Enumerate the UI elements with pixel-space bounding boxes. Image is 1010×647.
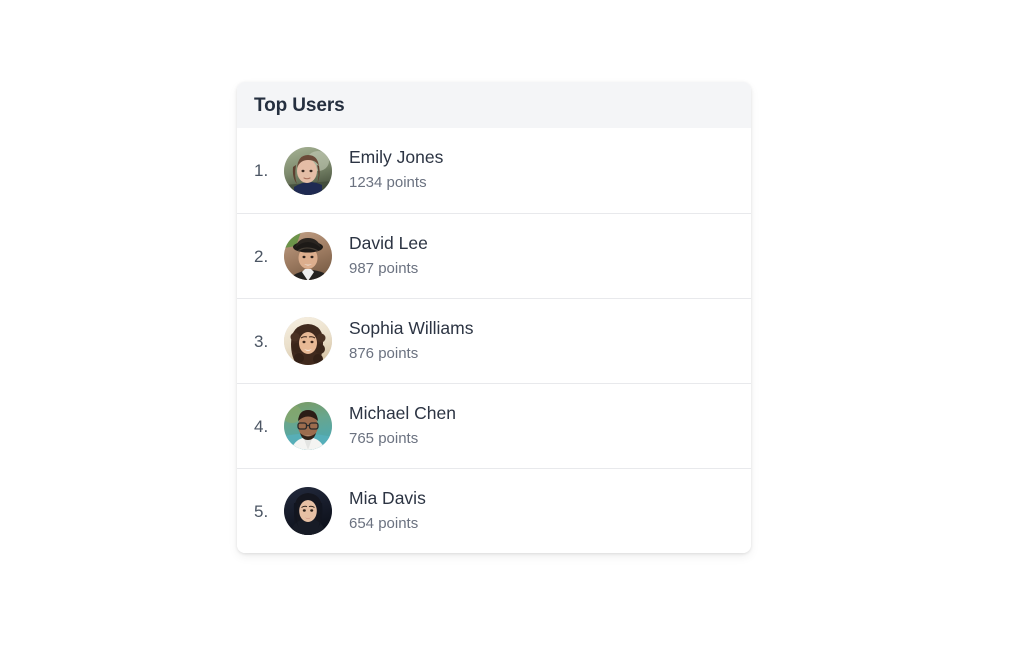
user-meta: Sophia Williams 876 points bbox=[349, 317, 473, 365]
list-item[interactable]: 2. David Lee 987 points bbox=[237, 213, 751, 298]
user-name: Sophia Williams bbox=[349, 317, 474, 338]
rank-label: 3. bbox=[254, 331, 269, 351]
user-points: 1234 points bbox=[349, 174, 427, 192]
avatar-photo-sophia-williams-icon bbox=[284, 317, 332, 365]
user-points: 987 points bbox=[349, 259, 419, 277]
avatar-photo-david-lee-icon bbox=[284, 232, 332, 280]
user-points: 654 points bbox=[349, 514, 419, 532]
rank-label: 1. bbox=[254, 161, 269, 180]
user-meta: David Lee 987 points bbox=[349, 232, 428, 280]
user-meta: Emily Jones 1234 points bbox=[349, 146, 443, 194]
user-name: Emily Jones bbox=[349, 147, 444, 168]
rank-label: 5. bbox=[254, 501, 269, 521]
list-item[interactable]: 4. Michael Chen 765 points bbox=[237, 383, 751, 468]
top-users-list: 1. Emily Jones 1234 points 2. David Lee … bbox=[237, 128, 751, 553]
avatar bbox=[284, 487, 332, 535]
rank-label: 2. bbox=[254, 246, 269, 266]
user-points: 765 points bbox=[349, 429, 419, 447]
avatar-photo-michael-chen-icon bbox=[284, 402, 332, 450]
user-name: Mia Davis bbox=[349, 487, 426, 508]
card-header: Top Users bbox=[237, 82, 751, 128]
avatar-photo-mia-davis-icon bbox=[284, 487, 332, 535]
avatar-photo-emily-jones-icon bbox=[284, 146, 332, 195]
list-item[interactable]: 5. Mia Davis 654 points bbox=[237, 468, 751, 553]
user-name: Michael Chen bbox=[349, 402, 456, 423]
avatar bbox=[284, 317, 332, 365]
user-meta: Mia Davis 654 points bbox=[349, 487, 426, 535]
user-points: 876 points bbox=[349, 344, 419, 362]
list-item[interactable]: 3. Sophia Williams 876 points bbox=[237, 298, 751, 383]
user-name: David Lee bbox=[349, 232, 428, 253]
list-item[interactable]: 1. Emily Jones 1234 points bbox=[237, 128, 751, 213]
avatar bbox=[284, 402, 332, 450]
avatar bbox=[284, 232, 332, 280]
rank-label: 4. bbox=[254, 416, 269, 436]
page-title: Top Users bbox=[254, 94, 345, 116]
user-meta: Michael Chen 765 points bbox=[349, 402, 456, 450]
page-root: Top Users 1. Emily Jones 1234 points 2. … bbox=[0, 0, 1010, 647]
avatar bbox=[284, 146, 332, 195]
top-users-card: Top Users 1. Emily Jones 1234 points 2. … bbox=[237, 82, 751, 553]
